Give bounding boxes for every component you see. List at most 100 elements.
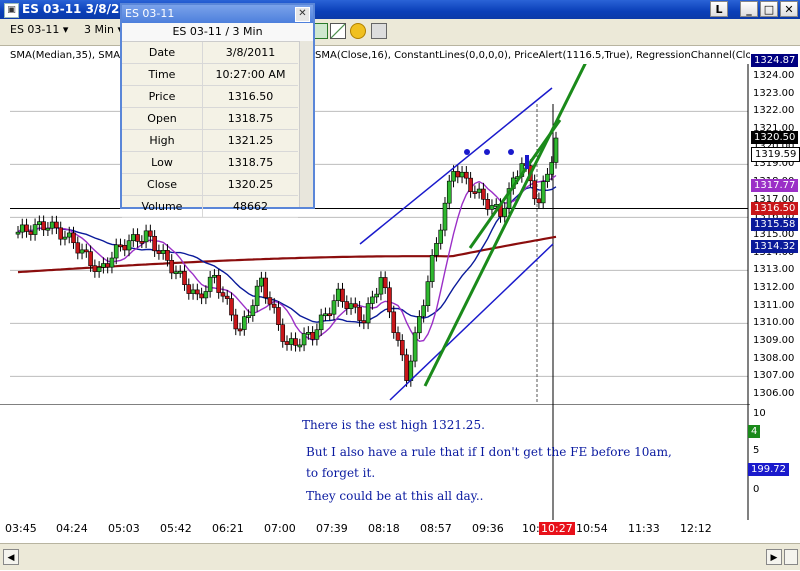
data-box-window[interactable]: ES 03-11 ✕ ES 03-11 / 3 Min Date 3/8/2011… (120, 3, 315, 218)
time-tick: 05:42 (160, 522, 192, 535)
candle-down (58, 227, 63, 240)
chart-style-icon[interactable] (330, 23, 346, 39)
price-badge-top: 1324.87 (751, 53, 799, 67)
alert-marker (508, 149, 514, 155)
price-tick: 1306.00 (753, 388, 795, 399)
volume-tick: 5 (753, 445, 760, 456)
price-badge-sma-mid: 1315.58 (751, 217, 799, 231)
candle-up (540, 181, 546, 204)
alert-marker (464, 149, 470, 155)
scroll-end-icon[interactable] (784, 549, 798, 565)
candle-down (135, 234, 140, 242)
row-value: 1318.75 (202, 107, 298, 130)
candle-up (425, 281, 431, 306)
time-tick: 09:36 (472, 522, 504, 535)
candle-up (297, 344, 303, 348)
candle-up (203, 291, 209, 299)
help-button[interactable]: L (710, 1, 728, 17)
alert-marker (525, 155, 529, 169)
candle-down (276, 307, 281, 325)
row-label: Time (122, 63, 203, 86)
candle-down (152, 235, 157, 252)
price-badge-last: 1320.50 (751, 130, 799, 144)
candle-down (357, 306, 362, 321)
row-value: 3/8/2011 (202, 42, 298, 64)
candle-down (182, 271, 187, 285)
coin-icon[interactable] (350, 23, 366, 39)
candle-up (109, 257, 115, 268)
candle-down (267, 297, 273, 305)
data-box-scrollbar[interactable] (299, 41, 313, 207)
candle-up (190, 289, 196, 294)
window-title: ES 03-11 3/8/2 (22, 2, 120, 16)
note-line: But I also have a rule that if I don't g… (306, 445, 672, 459)
instrument-label: ES 03-11 (10, 23, 60, 36)
candle-up (173, 271, 179, 274)
candle-down (118, 244, 123, 248)
candle-down (263, 277, 268, 298)
table-row: Volume 48662 (122, 195, 298, 218)
price-tick: 1310.00 (753, 317, 795, 329)
candle-down (481, 188, 486, 200)
candle-up (412, 332, 418, 362)
row-value: 1321.25 (202, 129, 298, 152)
candle-down (395, 332, 401, 341)
interval-label: 3 Min (84, 23, 115, 36)
candle-up (32, 224, 38, 235)
scroll-left-icon[interactable]: ◀ (3, 549, 19, 565)
table-row: Time 10:27:00 AM (122, 63, 298, 86)
interval-selector[interactable]: 3 Min ▾ (84, 23, 123, 36)
candle-down (88, 251, 93, 267)
row-value: 48662 (202, 195, 298, 218)
maximize-button[interactable]: □ (760, 1, 778, 17)
candle-down (536, 198, 542, 204)
candle-down (233, 314, 239, 330)
price-tick: 1324.00 (753, 70, 795, 81)
candle-up (421, 305, 426, 317)
price-tick: 1311.00 (753, 299, 795, 311)
candle-down (84, 249, 89, 253)
candle-down (472, 191, 478, 194)
price-tick: 1307.00 (753, 370, 795, 382)
candle-up (331, 300, 337, 315)
row-value: 1316.50 (202, 85, 298, 108)
scroll-right-icon[interactable]: ▶ (766, 549, 782, 565)
candle-up (126, 240, 132, 251)
row-value: 1318.75 (202, 151, 298, 174)
candle-up (288, 338, 294, 345)
table-row: Open 1318.75 (122, 107, 298, 130)
close-icon[interactable]: ✕ (295, 7, 310, 22)
candle-down (28, 231, 34, 235)
candle-down (199, 293, 204, 299)
app-icon: ▣ (4, 3, 19, 18)
candle-up (37, 221, 42, 225)
volume-marker-badge: 4 (748, 425, 761, 438)
minimize-button[interactable]: _ (740, 1, 758, 17)
price-tick: 1323.00 (753, 87, 795, 99)
candle-up (323, 313, 328, 317)
time-tick: 04:24 (56, 522, 88, 535)
time-tick: 05:03 (108, 522, 140, 535)
properties-icon[interactable] (371, 23, 387, 39)
instrument-selector[interactable]: ES 03-11 ▾ (10, 23, 68, 36)
candle-up (113, 244, 119, 259)
candle-down (105, 263, 110, 268)
candle-up (15, 231, 21, 235)
candle-up (130, 234, 136, 242)
row-value: 1320.25 (202, 173, 298, 196)
indicator-text-right: SMA(Close,16), ConstantLines(0,0,0,0), P… (315, 50, 750, 61)
price-badge-ref: 1319.59 (751, 146, 800, 162)
time-tick: 07:39 (316, 522, 348, 535)
candle-down (71, 232, 76, 244)
volume-value-badge: 199.72 (748, 463, 789, 476)
close-window-button[interactable]: ✕ (780, 1, 798, 17)
time-tick: 10:54 (576, 522, 608, 535)
row-label: Date (122, 42, 203, 64)
candle-down (293, 338, 298, 346)
candle-up (446, 180, 452, 204)
horizontal-scrollbar[interactable]: ◀ ▶ (0, 543, 800, 570)
candle-up (348, 303, 354, 309)
data-box-subtitle: ES 03-11 / 3 Min (122, 23, 313, 42)
candle-up (502, 208, 508, 217)
candle-down (485, 199, 490, 210)
